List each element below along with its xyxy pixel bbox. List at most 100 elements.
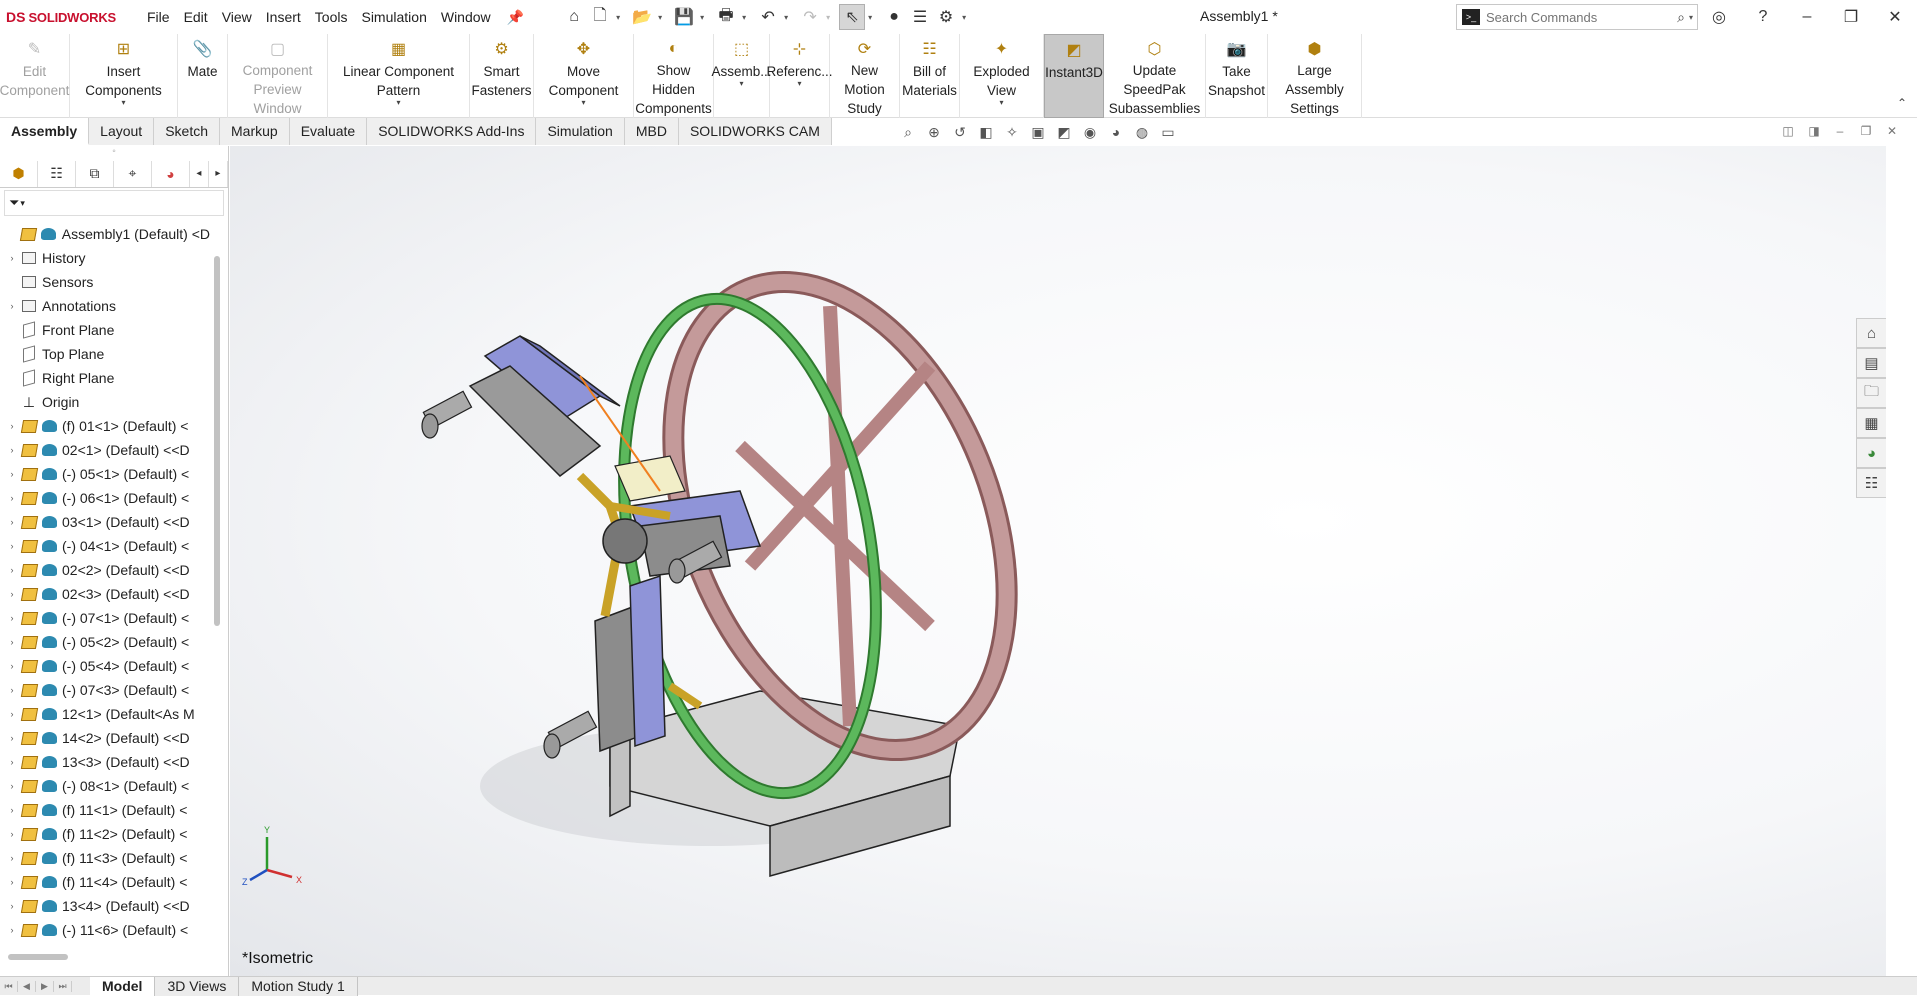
property-manager-tab-icon[interactable]: ☷: [38, 160, 76, 187]
ribbon-button-instant3d[interactable]: ◩ Instant3D: [1044, 34, 1104, 118]
filter-dropdown-icon[interactable]: ▾: [20, 198, 25, 209]
menu-view[interactable]: View: [215, 9, 259, 25]
ribbon-button-preview-window[interactable]: ▢ Component Preview Window: [228, 34, 328, 118]
bottom-tab-3d-views[interactable]: 3D Views: [155, 976, 240, 996]
file-explorer-icon[interactable]: 🗀: [1856, 378, 1886, 408]
search-input[interactable]: [1486, 9, 1666, 25]
tree-item[interactable]: Right Plane: [0, 366, 210, 390]
ribbon-button-move-component[interactable]: ✥ Move Component ▾: [534, 34, 634, 118]
tab-layout[interactable]: Layout: [89, 118, 155, 145]
ribbon-button-reference-geometry[interactable]: ⊹ Referenc... ▾: [766, 34, 833, 118]
tree-item[interactable]: › (-) 07<3> (Default) <: [0, 678, 210, 702]
prev-tab-icon[interactable]: ◀: [18, 980, 36, 992]
search-icon[interactable]: ⌕: [1677, 9, 1685, 26]
tree-item[interactable]: › (f) 11<2> (Default) <: [0, 822, 210, 846]
ribbon-button-motion-study[interactable]: ⟳ New Motion Study: [830, 34, 900, 118]
new-dropdown-icon[interactable]: ▾: [613, 13, 623, 22]
tree-item[interactable]: › 02<1> (Default) <<D: [0, 438, 210, 462]
menu-window[interactable]: Window: [434, 9, 498, 25]
tree-item[interactable]: › (f) 11<3> (Default) <: [0, 846, 210, 870]
expand-arrow-icon[interactable]: ›: [6, 469, 18, 479]
expand-arrow-icon[interactable]: ›: [6, 829, 18, 839]
options-dropdown-icon[interactable]: ▾: [959, 13, 969, 22]
chevron-down-icon[interactable]: ▾: [999, 98, 1003, 107]
tree-item[interactable]: Front Plane: [0, 318, 210, 342]
expand-arrow-icon[interactable]: ›: [6, 877, 18, 887]
ribbon-button-linear-pattern[interactable]: ▦ Linear Component Pattern ▾: [328, 34, 470, 118]
tree-item[interactable]: › 12<1> (Default<As M: [0, 702, 210, 726]
ribbon-button-mate[interactable]: 📎 Mate: [178, 34, 228, 118]
print-icon[interactable]: 🖶: [713, 4, 739, 30]
tree-item[interactable]: › (-) 05<2> (Default) <: [0, 630, 210, 654]
file-properties-icon[interactable]: ☰: [907, 4, 933, 30]
tab-markup[interactable]: Markup: [220, 118, 290, 145]
expand-arrow-icon[interactable]: ›: [6, 517, 18, 527]
zoom-to-area-icon[interactable]: ⊕: [921, 124, 947, 141]
viewport-tile-left-icon[interactable]: ◫: [1775, 124, 1801, 138]
open-dropdown-icon[interactable]: ▾: [655, 13, 665, 22]
configuration-manager-tab-icon[interactable]: ⧉: [76, 160, 114, 187]
tab-solidworks-add-ins[interactable]: SOLIDWORKS Add-Ins: [367, 118, 537, 145]
restore-icon[interactable]: ❐: [1829, 7, 1873, 27]
tab-sketch[interactable]: Sketch: [154, 118, 221, 145]
tree-item[interactable]: › (f) 11<1> (Default) <: [0, 798, 210, 822]
chevron-down-icon[interactable]: ▾: [396, 98, 400, 107]
tree-item[interactable]: › (f) 01<1> (Default) <: [0, 414, 210, 438]
expand-arrow-icon[interactable]: ›: [6, 613, 18, 623]
search-commands-box[interactable]: >_ ⌕ ▾: [1456, 4, 1698, 30]
tabs-scroll-left-icon[interactable]: ◂: [190, 160, 209, 187]
expand-arrow-icon[interactable]: ›: [6, 805, 18, 815]
custom-properties-icon[interactable]: ☷: [1856, 468, 1886, 498]
viewport-tile-right-icon[interactable]: ◨: [1801, 124, 1827, 138]
search-dropdown-icon[interactable]: ▾: [1689, 13, 1693, 22]
tab-simulation[interactable]: Simulation: [536, 118, 625, 145]
tree-horizontal-scrollbar[interactable]: [8, 954, 68, 960]
ribbon-button-bom[interactable]: ☷ Bill of Materials: [900, 34, 960, 118]
expand-arrow-icon[interactable]: ›: [6, 301, 18, 311]
ribbon-button-exploded-view[interactable]: ✦ Exploded View ▾: [960, 34, 1044, 118]
graphics-area[interactable]: Y X Z *Isometric ⌂ ▤ 🗀 ▦ ◕ ☷: [230, 146, 1886, 976]
ribbon-button-camera[interactable]: 📷 Take Snapshot: [1206, 34, 1268, 118]
tree-item[interactable]: › 02<2> (Default) <<D: [0, 558, 210, 582]
chevron-down-icon[interactable]: ▾: [581, 98, 585, 107]
tree-item[interactable]: › 13<4> (Default) <<D: [0, 894, 210, 918]
dynamic-annotation-icon[interactable]: ✧: [999, 124, 1025, 141]
redo-dropdown-icon[interactable]: ▾: [823, 13, 833, 22]
menu-tools[interactable]: Tools: [308, 9, 355, 25]
bottom-tab-motion-study-1[interactable]: Motion Study 1: [239, 976, 358, 996]
expand-arrow-icon[interactable]: ›: [6, 901, 18, 911]
tree-item[interactable]: Top Plane: [0, 342, 210, 366]
tab-solidworks-cam[interactable]: SOLIDWORKS CAM: [678, 118, 832, 145]
display-style-icon[interactable]: ◩: [1051, 124, 1077, 141]
tab-assembly[interactable]: Assembly: [0, 118, 90, 145]
tree-vertical-scrollbar[interactable]: [214, 256, 220, 626]
tree-item[interactable]: › (-) 11<6> (Default) <: [0, 918, 210, 942]
expand-arrow-icon[interactable]: ›: [6, 493, 18, 503]
expand-arrow-icon[interactable]: ›: [6, 757, 18, 767]
tree-item[interactable]: › (f) 11<4> (Default) <: [0, 870, 210, 894]
ribbon-button-smart-fasteners[interactable]: ⚙ Smart Fasteners: [470, 34, 534, 118]
first-tab-icon[interactable]: ⏮: [0, 980, 18, 992]
viewport-close-icon[interactable]: ✕: [1879, 124, 1905, 138]
close-icon[interactable]: ✕: [1873, 7, 1917, 27]
hide-show-items-icon[interactable]: ◉: [1077, 124, 1103, 141]
apply-scene-icon[interactable]: ◍: [1129, 124, 1155, 141]
traffic-light-icon[interactable]: ●: [881, 4, 907, 30]
tree-item[interactable]: › 14<2> (Default) <<D: [0, 726, 210, 750]
view-settings-icon[interactable]: ▭: [1155, 124, 1181, 141]
chevron-down-icon[interactable]: ▾: [739, 79, 743, 88]
tab-evaluate[interactable]: Evaluate: [289, 118, 368, 145]
chevron-down-icon[interactable]: ▾: [121, 98, 125, 107]
expand-arrow-icon[interactable]: ›: [6, 565, 18, 575]
print-dropdown-icon[interactable]: ▾: [739, 13, 749, 22]
viewport-minimize-icon[interactable]: –: [1827, 124, 1853, 138]
expand-arrow-icon[interactable]: ›: [6, 853, 18, 863]
solidworks-resources-icon[interactable]: ⌂: [1856, 318, 1886, 348]
feature-manager-tab-icon[interactable]: ⬢: [0, 160, 38, 187]
expand-arrow-icon[interactable]: ›: [6, 589, 18, 599]
undo-icon[interactable]: ↶: [755, 4, 781, 30]
expand-arrow-icon[interactable]: ›: [6, 445, 18, 455]
expand-arrow-icon[interactable]: ›: [6, 253, 18, 263]
menu-edit[interactable]: Edit: [177, 9, 215, 25]
tree-item[interactable]: › 13<3> (Default) <<D: [0, 750, 210, 774]
